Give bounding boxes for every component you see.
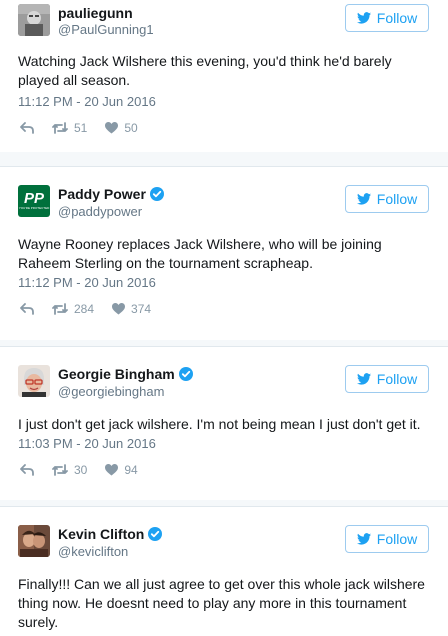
retweet-icon (52, 464, 68, 476)
display-name[interactable]: Georgie Bingham (58, 365, 193, 383)
retweet-count: 51 (74, 121, 88, 135)
retweet-icon (52, 303, 68, 315)
display-name[interactable]: Kevin Clifton (58, 525, 163, 543)
tweet-actions: 30 94 (20, 462, 156, 478)
tweet-text: I just don't get jack wilshere. I'm not … (18, 416, 421, 432)
tweet-timestamp[interactable]: 11:12 PM - 20 Jun 2016 (18, 275, 156, 291)
retweet-icon (52, 122, 68, 134)
like-button[interactable]: 94 (105, 463, 138, 477)
heart-icon (112, 303, 126, 315)
avatar[interactable]: PP YOU'RE PROTECTED (18, 185, 50, 217)
follow-label: Follow (376, 191, 418, 207)
tweet-actions: 284 374 (20, 301, 169, 317)
tweet-separator (0, 152, 448, 166)
display-name-text[interactable]: Kevin Clifton (58, 526, 144, 542)
twitter-bird-icon (356, 533, 371, 545)
twitter-bird-icon (356, 373, 371, 385)
like-count: 94 (124, 463, 138, 477)
like-button[interactable]: 374 (112, 302, 151, 316)
like-count: 50 (124, 121, 138, 135)
tweet-text: Wayne Rooney replaces Jack Wilshere, who… (18, 236, 382, 271)
avatar[interactable] (18, 4, 50, 36)
tweet-card: Kevin Clifton @keviclifton Follow Finall… (0, 506, 448, 636)
verified-badge-icon (178, 367, 193, 381)
reply-icon (20, 122, 34, 134)
follow-button[interactable]: Follow (345, 4, 429, 32)
follow-label: Follow (376, 10, 418, 26)
like-count: 374 (131, 302, 152, 316)
like-button[interactable]: 50 (105, 121, 138, 135)
display-name[interactable]: pauliegunn (58, 4, 133, 22)
heart-icon (105, 122, 119, 134)
tweet-text: Finally!!! Can we all just agree to get … (18, 576, 425, 630)
follow-button[interactable]: Follow (345, 525, 429, 553)
twitter-bird-icon (356, 193, 371, 205)
avatar[interactable] (18, 365, 50, 397)
tweet-card: PP YOU'RE PROTECTED Paddy Power @paddypo… (0, 166, 448, 340)
reply-icon (20, 303, 34, 315)
follow-label: Follow (376, 371, 418, 387)
tweet-card: pauliegunn @PaulGunning1 Follow Watching… (0, 0, 448, 152)
verified-badge-icon (149, 187, 164, 201)
paddy-power-logo-subtext: YOU'RE PROTECTED (18, 206, 50, 210)
paddy-power-logo: PP (23, 190, 44, 207)
twitter-bird-icon (356, 12, 371, 24)
heart-icon (105, 464, 119, 476)
retweet-count: 30 (74, 463, 88, 477)
follow-button[interactable]: Follow (345, 365, 429, 393)
retweet-button[interactable]: 51 (52, 121, 87, 135)
reply-icon (20, 464, 34, 476)
user-handle[interactable]: @paddypower (58, 204, 142, 220)
display-name-text[interactable]: Georgie Bingham (58, 366, 175, 382)
tweet-actions: 51 50 (20, 120, 156, 136)
display-name-text[interactable]: pauliegunn (58, 5, 133, 21)
follow-button[interactable]: Follow (345, 185, 429, 213)
tweet-timestamp[interactable]: 11:12 PM - 20 Jun 2016 (18, 94, 156, 110)
tweet-timestamp[interactable]: 11:03 PM - 20 Jun 2016 (18, 436, 156, 452)
user-handle[interactable]: @PaulGunning1 (58, 22, 154, 38)
retweet-button[interactable]: 284 (52, 302, 94, 316)
reply-button[interactable] (20, 122, 34, 134)
user-handle[interactable]: @georgiebingham (58, 384, 164, 400)
display-name-text[interactable]: Paddy Power (58, 186, 146, 202)
reply-button[interactable] (20, 464, 34, 476)
tweet-text: Watching Jack Wilshere this evening, you… (18, 53, 392, 88)
tweet-card: Georgie Bingham @georgiebingham Follow I… (0, 346, 448, 500)
retweet-count: 284 (74, 302, 95, 316)
reply-button[interactable] (20, 303, 34, 315)
retweet-button[interactable]: 30 (52, 463, 87, 477)
display-name[interactable]: Paddy Power (58, 185, 164, 203)
follow-label: Follow (376, 531, 418, 547)
avatar[interactable] (18, 525, 50, 557)
verified-badge-icon (148, 527, 163, 541)
user-handle[interactable]: @keviclifton (58, 544, 128, 560)
